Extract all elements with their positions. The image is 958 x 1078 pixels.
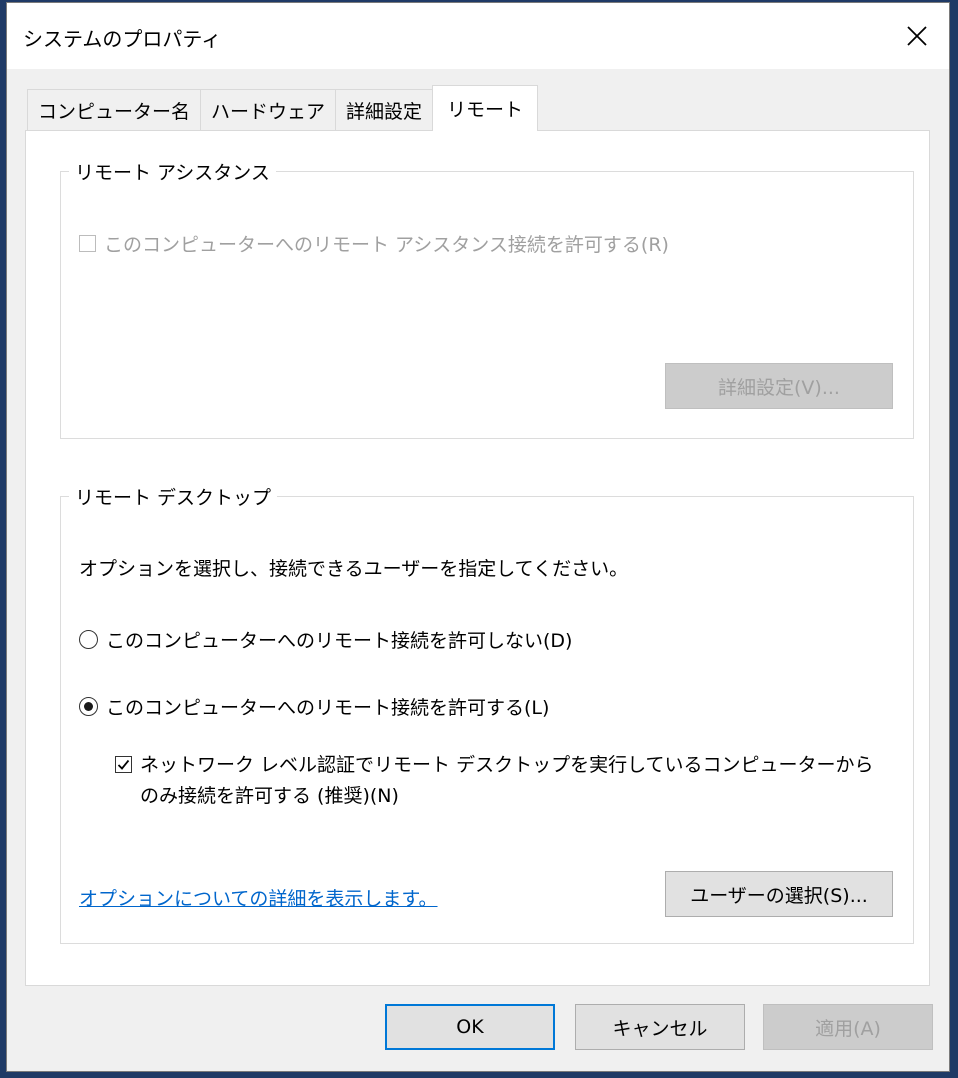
select-users-button[interactable]: ユーザーの選択(S)... — [665, 871, 893, 917]
radio-disallow[interactable] — [79, 630, 98, 649]
radio-allow-label: このコンピューターへのリモート接続を許可する(L) — [106, 697, 550, 719]
ok-button[interactable]: OK — [385, 1004, 555, 1050]
tab-remote[interactable]: リモート — [432, 85, 539, 131]
tab-computer-name[interactable]: コンピューター名 — [27, 89, 202, 131]
radio-allow-row[interactable]: このコンピューターへのリモート接続を許可する(L) — [79, 693, 549, 720]
tab-hardware[interactable]: ハードウェア — [200, 89, 337, 131]
nla-row[interactable]: ネットワーク レベル認証でリモート デスクトップを実行しているコンピューターから… — [115, 750, 874, 812]
remote-assistance-checkbox[interactable] — [79, 235, 96, 252]
close-button[interactable] — [885, 3, 949, 69]
close-icon — [907, 26, 927, 46]
nla-label-line2: のみ接続を許可する (推奨)(N) — [140, 785, 399, 807]
radio-disallow-label: このコンピューターへのリモート接続を許可しない(D) — [106, 630, 573, 652]
system-properties-window: システムのプロパティ コンピューター名 ハードウェア 詳細設定 リモート リモー… — [6, 2, 950, 1072]
nla-checkbox[interactable] — [115, 756, 132, 773]
radio-allow[interactable] — [79, 697, 98, 716]
nla-label-line1: ネットワーク レベル認証でリモート デスクトップを実行しているコンピューターから — [140, 754, 874, 776]
checkmark-icon — [117, 759, 130, 770]
remote-assistance-group: リモート アシスタンス このコンピューターへのリモート アシスタンス接続を許可す… — [60, 158, 914, 439]
remote-assistance-allow-label: このコンピューターへのリモート アシスタンス接続を許可する(R) — [104, 234, 669, 256]
tab-strip: コンピューター名 ハードウェア 詳細設定 リモート — [27, 85, 539, 131]
radio-selected-dot — [84, 702, 93, 711]
remote-desktop-group: リモート デスクトップ オプションを選択し、接続できるユーザーを指定してください… — [60, 483, 914, 944]
remote-assistance-group-title: リモート アシスタンス — [69, 158, 276, 185]
remote-assistance-advanced-button[interactable]: 詳細設定(V)... — [665, 363, 893, 409]
cancel-button[interactable]: キャンセル — [575, 1004, 745, 1050]
radio-disallow-row[interactable]: このコンピューターへのリモート接続を許可しない(D) — [79, 626, 572, 653]
window-title: システムのプロパティ — [23, 27, 222, 51]
options-help-link[interactable]: オプションについての詳細を表示します。 — [79, 884, 438, 911]
remote-desktop-instruction: オプションを選択し、接続できるユーザーを指定してください。 — [79, 558, 629, 580]
tab-advanced[interactable]: 詳細設定 — [335, 89, 434, 131]
remote-assistance-allow-row[interactable]: このコンピューターへのリモート アシスタンス接続を許可する(R) — [79, 230, 669, 257]
title-bar: システムのプロパティ — [7, 3, 949, 69]
remote-tab-panel: リモート アシスタンス このコンピューターへのリモート アシスタンス接続を許可す… — [25, 130, 930, 986]
apply-button[interactable]: 適用(A) — [763, 1004, 933, 1050]
remote-desktop-group-title: リモート デスクトップ — [69, 483, 278, 510]
nla-label: ネットワーク レベル認証でリモート デスクトップを実行しているコンピューターから… — [140, 750, 874, 812]
